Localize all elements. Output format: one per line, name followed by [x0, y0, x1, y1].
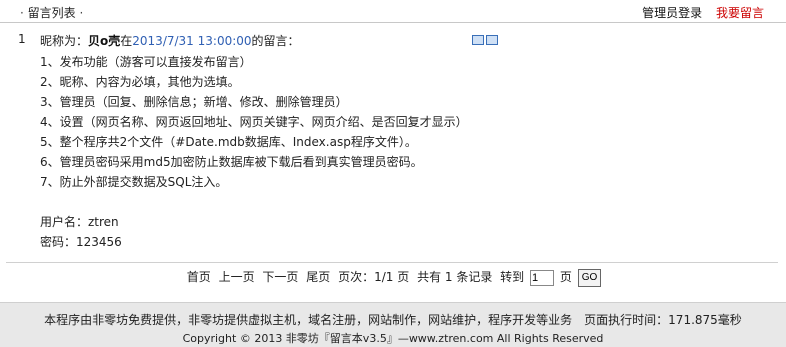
top-bar: · 留言列表 · 管理员登录 我要留言 [0, 0, 786, 23]
goto-label: 转到 [500, 270, 525, 284]
page-number-input[interactable] [530, 269, 555, 286]
admin-login-link[interactable]: 管理员登录 [642, 6, 702, 20]
pagination: 首页 上一页 下一页 尾页 页次：1/1 页 共有 1 条记录 转到 页 GO [0, 268, 786, 287]
message-actions [472, 34, 500, 48]
footer-copyright: Copyright © 2013 非零坊『留言本v3.5』—www.ztren.… [182, 332, 604, 345]
first-page-link[interactable]: 首页 [187, 270, 211, 284]
title-dot-right: · [79, 6, 84, 20]
page-info: 页次：1/1 页 [338, 270, 410, 284]
message-line [40, 192, 468, 212]
reply-icon[interactable] [472, 35, 484, 45]
header-links: 管理员登录 我要留言 [642, 4, 764, 21]
footer-info: 本程序由非零坊免费提供，非零坊提供虚拟主机，域名注册，网站制作，网站维护，程序开… [44, 313, 742, 327]
message-line: 用户名：ztren [40, 215, 119, 229]
message-line: 7、防止外部提交数据及SQL注入。 [40, 175, 228, 189]
last-page-link[interactable]: 尾页 [306, 270, 330, 284]
next-page-link[interactable]: 下一页 [262, 270, 298, 284]
post-message-link[interactable]: 我要留言 [716, 6, 764, 20]
footer: 本程序由非零坊免费提供，非零坊提供虚拟主机，域名注册，网站制作，网站维护，程序开… [0, 302, 786, 347]
title-dot-left: · [20, 6, 24, 20]
prev-page-link[interactable]: 上一页 [219, 270, 255, 284]
message-line: 5、整个程序共2个文件（#Date.mdb数据库、Index.asp程序文件）。 [40, 135, 417, 149]
message-body: 1、发布功能（游客可以直接发布留言） 2、昵称、内容为必填，其他为选填。 3、管… [40, 52, 468, 252]
message-header: 昵称为：贝o壳在2013/7/31 13:00:00的留言： [40, 32, 300, 49]
nick-prefix: 昵称为： [40, 34, 89, 48]
message-line: 3、管理员（回复、删除信息；新增、修改、删除管理员） [40, 95, 348, 109]
message-line: 1、发布功能（游客可以直接发布留言） [40, 55, 252, 69]
page-unit: 页 [559, 270, 572, 284]
title-text: 留言列表 [27, 6, 76, 20]
message-time: 2013/7/31 13:00:00 [132, 34, 252, 48]
go-button[interactable]: GO [577, 268, 602, 287]
message-line: 密码：123456 [40, 235, 122, 249]
message-line: 6、管理员密码采用md5加密防止数据库被下载后看到真实管理员密码。 [40, 155, 423, 169]
message-index: 1 [18, 32, 26, 46]
at-text: 在 [120, 34, 133, 48]
list-title: · 留言列表 · [20, 4, 83, 21]
message-item: 1 昵称为：贝o壳在2013/7/31 13:00:00的留言： 1、发布功能（… [6, 26, 778, 263]
message-line: 2、昵称、内容为必填，其他为选填。 [40, 75, 240, 89]
message-line: 4、设置（网页名称、网页返回地址、网页关键字、网页介绍、是否回复才显示） [40, 115, 468, 129]
delete-icon[interactable] [486, 35, 498, 45]
author-name: 贝o壳 [88, 34, 121, 48]
record-count: 共有 1 条记录 [417, 270, 493, 284]
message-suffix: 的留言： [251, 34, 300, 48]
